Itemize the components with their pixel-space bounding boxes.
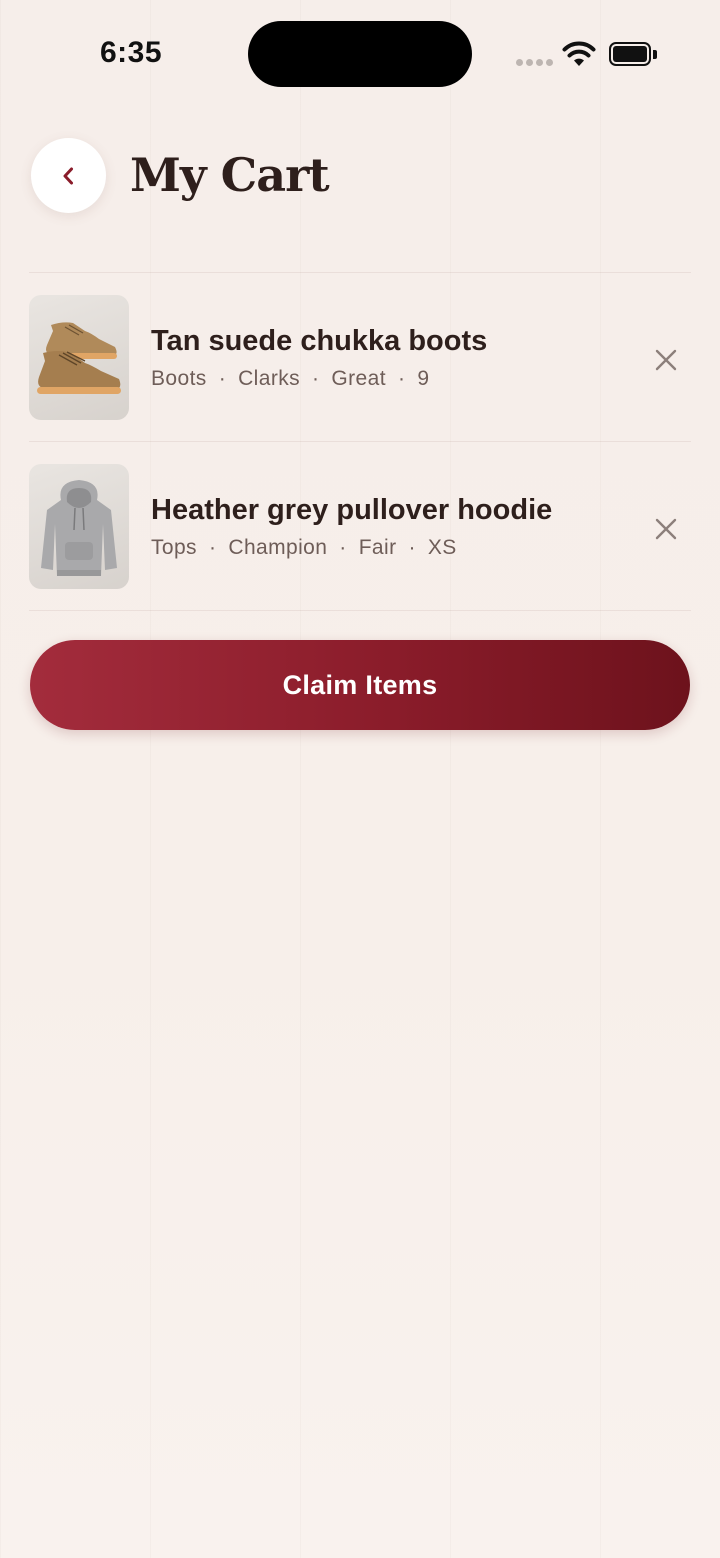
separator: · — [208, 536, 217, 559]
item-title: Heather grey pullover hoodie — [151, 494, 553, 526]
remove-item-button[interactable] — [649, 512, 683, 546]
item-size: XS — [427, 536, 457, 559]
status-bar: 6:35 — [0, 0, 720, 110]
claim-items-button[interactable]: Claim Items — [30, 640, 690, 730]
item-condition: Fair — [358, 536, 397, 559]
separator: · — [408, 536, 416, 559]
cart-item[interactable]: Tan suede chukka boots Boots · Clarks · Grea… — [29, 273, 691, 441]
remove-item-button[interactable] — [649, 343, 683, 377]
cart-item[interactable]: Heather grey pullover hoodie Tops · Champi… — [29, 442, 691, 610]
item-category: Tops — [151, 536, 197, 559]
chevron-left-icon — [63, 167, 73, 184]
chukka-boots-image — [29, 295, 129, 420]
item-size: 9 — [417, 367, 430, 390]
dynamic-island — [248, 21, 472, 87]
separator: · — [397, 367, 406, 390]
item-brand: Clarks — [238, 367, 301, 390]
item-title: Tan suede chukka boots — [151, 325, 488, 357]
battery-cap — [653, 50, 657, 59]
cart-screen: 6:35 My Cart Tan suede chukka boots Boot… — [0, 0, 720, 1558]
wifi-icon — [562, 41, 596, 66]
separator: · — [339, 536, 347, 559]
item-details: Boots · Clarks · Great · 9 — [151, 367, 429, 391]
signal-dots-icon — [516, 59, 553, 66]
close-icon — [655, 349, 677, 371]
cart-list: Tan suede chukka boots Boots · Clarks · Grea… — [29, 272, 691, 611]
separator: · — [218, 367, 227, 390]
item-brand: Champion — [228, 536, 328, 559]
item-condition: Great — [331, 367, 386, 390]
page-title: My Cart — [130, 148, 330, 202]
divider — [29, 610, 691, 611]
close-icon — [655, 518, 677, 540]
separator: · — [312, 367, 320, 390]
item-category: Boots — [151, 367, 207, 390]
item-details: Tops · Champion · Fair · XS — [151, 536, 457, 560]
battery-icon — [609, 42, 651, 66]
back-button[interactable] — [31, 138, 106, 213]
hoodie-image — [29, 464, 129, 589]
status-time: 6:35 — [100, 36, 163, 69]
